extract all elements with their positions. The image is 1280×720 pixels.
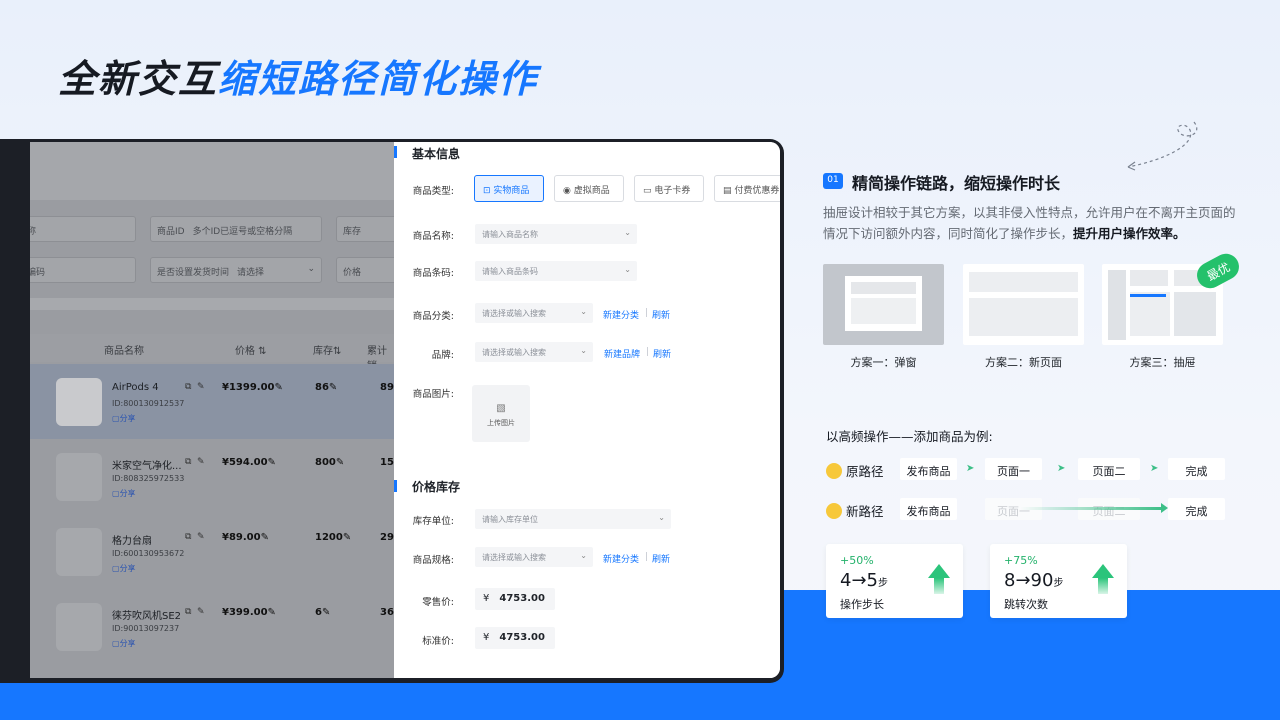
spec-select[interactable]: 请选择或输入搜索 ⌄ bbox=[475, 547, 593, 567]
section-price-stock: 价格库存 bbox=[412, 480, 461, 494]
copy-icon[interactable]: ⧉ bbox=[185, 457, 191, 467]
page-title: 全新交互缩短路径简化操作 bbox=[58, 57, 539, 101]
section-marker bbox=[394, 146, 397, 158]
filter-delivery-time[interactable]: 是否设置发货时间 请选择 ⌄ bbox=[150, 257, 322, 283]
filter-code-input[interactable]: 编码 bbox=[30, 257, 136, 283]
arrow-right-icon: ➤ bbox=[1150, 463, 1159, 474]
route-step: 完成 bbox=[1168, 498, 1225, 520]
chevron-down-icon: ⌄ bbox=[624, 228, 631, 237]
refresh-brand-link[interactable]: 刷新 bbox=[653, 347, 671, 360]
table-row[interactable]: 徕芬吹风机SE2 ⧉ ✎ ID:90013097237 ▢分享 ¥399.00✎… bbox=[30, 589, 394, 664]
filter-name-input[interactable]: 称 bbox=[30, 216, 136, 242]
chevron-down-icon: ⌄ bbox=[658, 513, 665, 522]
route-step: 发布商品 bbox=[900, 458, 957, 480]
route-step: 页面一 bbox=[985, 458, 1042, 480]
divider-strip bbox=[30, 298, 394, 310]
stock-unit-input[interactable]: 请输入库存单位 ⌄ bbox=[475, 509, 671, 529]
stat-card-jumps: +75% 8→90步 跳转次数 bbox=[990, 544, 1127, 618]
list-header-bar bbox=[30, 142, 394, 200]
happy-face-icon bbox=[826, 503, 842, 519]
edit-icon[interactable]: ✎ bbox=[197, 532, 205, 542]
route-step: 完成 bbox=[1168, 458, 1225, 480]
filter-stock[interactable]: 库存 bbox=[336, 216, 394, 242]
product-thumbnail bbox=[56, 453, 102, 501]
arrow-up-icon bbox=[928, 564, 950, 594]
share-link[interactable]: ▢分享 bbox=[112, 638, 136, 649]
type-physical-button[interactable]: ⊡ 实物商品 bbox=[474, 175, 544, 202]
image-icon: ▧ bbox=[496, 403, 506, 414]
brand-select[interactable]: 请选择或输入搜索 ⌄ bbox=[475, 342, 593, 362]
type-ecard-button[interactable]: ▭ 电子卡券 bbox=[634, 175, 704, 202]
stat-card-steps: +50% 4→5步 操作步长 bbox=[826, 544, 963, 618]
new-route-label: 新路径 bbox=[826, 501, 884, 520]
table-header: 商品名称 价格 ⇅ 库存⇅ 累计销 bbox=[30, 334, 394, 372]
chevron-down-icon: ⌄ bbox=[580, 307, 587, 316]
feature-title: 精简操作链路，缩短操作时长 bbox=[852, 174, 1061, 193]
type-virtual-button[interactable]: ◉ 虚拟商品 bbox=[554, 175, 624, 202]
chevron-down-icon: ⌄ bbox=[580, 551, 587, 560]
new-brand-link[interactable]: 新建品牌 bbox=[604, 347, 640, 360]
refresh-spec-link[interactable]: 刷新 bbox=[652, 552, 670, 565]
product-name-input[interactable]: 请输入商品名称 ⌄ bbox=[475, 224, 637, 244]
share-link[interactable]: ▢分享 bbox=[112, 488, 136, 499]
standard-price-input[interactable]: ¥4753.00 bbox=[475, 627, 555, 649]
retail-price-input[interactable]: ¥4753.00 bbox=[475, 588, 555, 610]
arrow-up-icon bbox=[1092, 564, 1114, 594]
app-screen: 称 商品ID多个ID已逗号或空格分隔 库存 编码 是否设置发货时间请选择 ⌄ 价… bbox=[30, 142, 780, 678]
new-category-link[interactable]: 新建分类 bbox=[603, 308, 639, 321]
copy-icon[interactable]: ⧉ bbox=[185, 532, 191, 542]
plan-newpage-preview bbox=[963, 264, 1084, 345]
dashed-arrow-icon bbox=[1127, 121, 1198, 171]
table-row[interactable]: 格力台扇 ⧉ ✎ ID:600130953672 ▢分享 ¥89.00✎ 120… bbox=[30, 514, 394, 589]
new-spec-link[interactable]: 新建分类 bbox=[603, 552, 639, 565]
filter-price[interactable]: 价格 bbox=[336, 257, 394, 283]
chevron-down-icon: ⌄ bbox=[307, 264, 315, 274]
product-thumbnail bbox=[56, 378, 102, 426]
arrow-right-icon: ➤ bbox=[966, 463, 975, 474]
edit-icon[interactable]: ✎ bbox=[197, 607, 205, 617]
route-step: 发布商品 bbox=[900, 498, 957, 520]
edit-icon[interactable]: ✎ bbox=[197, 382, 205, 392]
upload-image-button[interactable]: ▧ 上传图片 bbox=[472, 385, 530, 442]
route-step: 页面二 bbox=[1078, 458, 1140, 480]
chevron-down-icon: ⌄ bbox=[624, 265, 631, 274]
add-product-drawer: 基本信息 商品类型: ⊡ 实物商品 ◉ 虚拟商品 ▭ 电子卡券 ▤ 付费优惠券 … bbox=[394, 142, 780, 678]
product-thumbnail bbox=[56, 603, 102, 651]
coin-icon: ◉ bbox=[563, 186, 574, 196]
filter-product-id[interactable]: 商品ID 多个ID已逗号或空格分隔 bbox=[150, 216, 322, 242]
plan-modal-preview bbox=[823, 264, 944, 345]
share-link[interactable]: ▢分享 bbox=[112, 413, 136, 424]
old-route-label: 原路径 bbox=[826, 461, 884, 480]
category-select[interactable]: 请选择或输入搜索 ⌄ bbox=[475, 303, 593, 323]
table-row[interactable]: AirPods 4 ⧉ ✎ ID:800130912537 ▢分享 ¥1399.… bbox=[30, 364, 394, 439]
product-list-pane: 称 商品ID多个ID已逗号或空格分隔 库存 编码 是否设置发货时间请选择 ⌄ 价… bbox=[30, 142, 394, 678]
chevron-down-icon: ⌄ bbox=[580, 346, 587, 355]
feature-description: 抽屉设计相较于其它方案，以其非侵入性特点，允许用户在不离开主页面的情况下访问额外… bbox=[823, 205, 1236, 241]
skip-arrow-icon bbox=[1020, 503, 1168, 513]
barcode-input[interactable]: 请输入商品条码 ⌄ bbox=[475, 261, 637, 281]
copy-icon[interactable]: ⧉ bbox=[185, 382, 191, 392]
card-icon: ▭ bbox=[643, 186, 655, 196]
step-badge: 01 bbox=[823, 173, 843, 189]
coupon-icon: ▤ bbox=[723, 186, 735, 196]
type-coupon-button[interactable]: ▤ 付费优惠券 bbox=[714, 175, 780, 202]
edit-icon[interactable]: ✎ bbox=[197, 457, 205, 467]
arrow-right-icon: ➤ bbox=[1057, 463, 1066, 474]
copy-icon[interactable]: ⧉ bbox=[185, 607, 191, 617]
share-link[interactable]: ▢分享 bbox=[112, 563, 136, 574]
section-marker bbox=[394, 480, 397, 492]
table-row[interactable]: 米家空气净化... ⧉ ✎ ID:808325972533 ▢分享 ¥594.0… bbox=[30, 439, 394, 514]
section-basic-info: 基本信息 bbox=[412, 147, 461, 161]
refresh-category-link[interactable]: 刷新 bbox=[652, 308, 670, 321]
product-thumbnail bbox=[56, 528, 102, 576]
bag-icon: ⊡ bbox=[483, 186, 494, 196]
sad-face-icon bbox=[826, 463, 842, 479]
example-caption: 以高频操作——添加商品为例: bbox=[826, 429, 993, 444]
